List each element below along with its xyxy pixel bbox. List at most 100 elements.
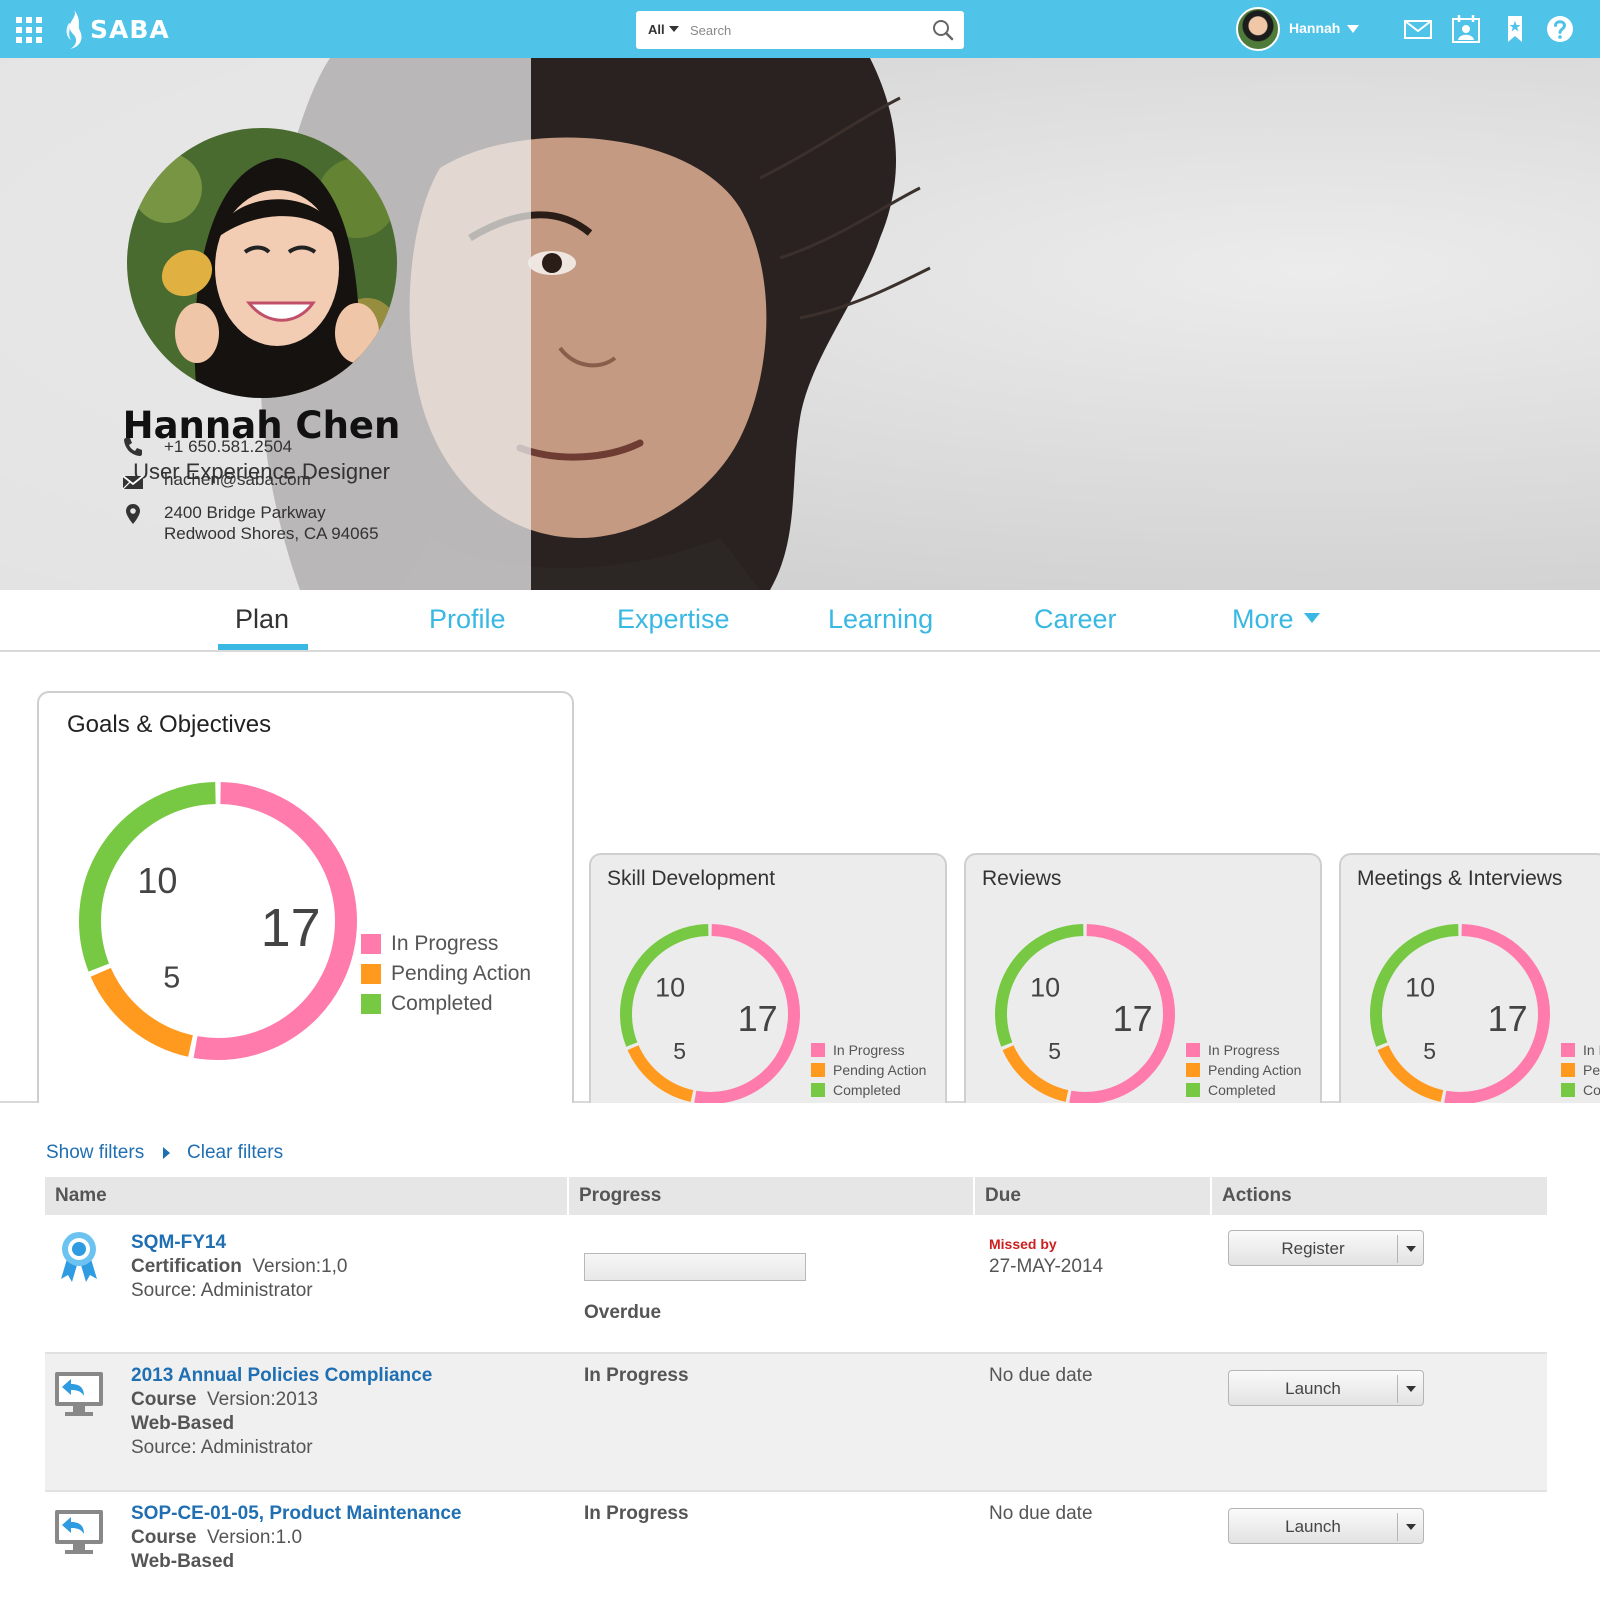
column-header-name[interactable]: Name: [45, 1177, 107, 1215]
chevron-down-icon[interactable]: [1406, 1524, 1416, 1530]
tab-more[interactable]: More: [1232, 604, 1320, 635]
legend-item-pending-action[interactable]: Pending Action: [811, 1060, 926, 1080]
tab-learning[interactable]: Learning: [828, 604, 933, 635]
active-tab-indicator: [218, 644, 308, 650]
search-scope-dropdown[interactable]: All: [648, 22, 679, 37]
donut-value-in-progress: 17: [738, 998, 778, 1039]
tab-plan[interactable]: Plan: [235, 604, 289, 635]
chevron-right-icon[interactable]: [163, 1147, 170, 1159]
help-icon[interactable]: [1545, 14, 1575, 44]
donut-value-completed: 10: [1030, 972, 1060, 1002]
legend-label: Pending Action: [391, 962, 532, 985]
table-row: 2013 Annual Policies Compliance Course V…: [45, 1354, 1547, 1490]
column-header-progress[interactable]: Progress: [569, 1177, 661, 1215]
user-avatar[interactable]: [1236, 7, 1280, 51]
action-button-label[interactable]: Launch: [1229, 1379, 1397, 1399]
legend-label: Pending Action: [1583, 1062, 1600, 1078]
tab-profile[interactable]: Profile: [429, 604, 506, 635]
progress-status: In Progress: [584, 1365, 689, 1386]
legend-swatch: [361, 964, 381, 984]
calendar-contact-icon[interactable]: [1451, 14, 1481, 44]
launch-split-button[interactable]: Launch: [1228, 1370, 1424, 1406]
donut-value-completed: 10: [655, 972, 685, 1002]
donut-value-in-progress: 17: [1113, 998, 1153, 1039]
profile-email[interactable]: hachen@saba.com: [164, 469, 311, 490]
legend-label: In Progress: [1208, 1042, 1280, 1058]
goals-objectives-card[interactable]: Goals & Objectives 17 5 10 In Progress Pend…: [37, 691, 574, 1103]
card-title: Skill Development: [607, 867, 776, 890]
due-date: No due date: [989, 1503, 1093, 1524]
item-type: Certification: [131, 1256, 242, 1277]
profile-phone[interactable]: +1 650.581.2504: [164, 436, 292, 457]
location-pin-icon: [126, 504, 140, 524]
action-button-label[interactable]: Launch: [1229, 1517, 1397, 1537]
skill-development-card[interactable]: Skill Development 17 5 10 In Progress Pendi…: [589, 853, 947, 1103]
legend-label: In Progress: [833, 1042, 905, 1058]
legend-swatch: [361, 934, 381, 954]
legend-item-pending-action[interactable]: Pending Action: [1561, 1060, 1600, 1080]
logo-text: SABA: [90, 14, 170, 44]
item-version: Version:2013: [207, 1389, 318, 1410]
chevron-down-icon: [668, 26, 679, 32]
launch-split-button[interactable]: Launch: [1228, 1508, 1424, 1544]
legend-item-in-progress[interactable]: In Progress: [1561, 1040, 1600, 1060]
legend-swatch: [361, 994, 381, 1014]
legend-item-pending-action[interactable]: Pending Action: [361, 959, 531, 989]
tab-more-label: More: [1232, 604, 1294, 634]
bookmark-star-icon[interactable]: [1500, 14, 1530, 44]
clear-filters-link[interactable]: Clear filters: [187, 1142, 283, 1164]
card-title: Reviews: [982, 867, 1062, 890]
item-source: Source: Administrator: [131, 1280, 313, 1301]
item-type: Course: [131, 1527, 197, 1548]
search-box: All: [636, 11, 964, 49]
search-icon[interactable]: [932, 19, 954, 41]
chevron-down-icon: [1303, 613, 1320, 623]
item-version: Version:1,0: [252, 1256, 348, 1277]
legend-swatch: [1561, 1063, 1575, 1077]
donut-value-pending-action: 5: [163, 960, 180, 994]
meetings-interviews-card[interactable]: Meetings & Interviews 17 5 10 In Progress P…: [1339, 853, 1600, 1103]
show-filters-link[interactable]: Show filters: [46, 1142, 144, 1164]
donut-value-in-progress: 17: [1488, 998, 1528, 1039]
donut-value-completed: 10: [1405, 972, 1435, 1002]
user-menu-caret-icon[interactable]: [1347, 25, 1359, 33]
item-version: Version:1.0: [207, 1527, 303, 1548]
legend-item-completed[interactable]: Completed: [1186, 1080, 1301, 1100]
search-input[interactable]: [690, 19, 910, 41]
item-name-link[interactable]: SQM-FY14: [131, 1232, 226, 1254]
reviews-card[interactable]: Reviews 17 5 10 In Progress Pending Action C…: [964, 853, 1322, 1103]
action-button-label[interactable]: Register: [1229, 1239, 1397, 1259]
saba-logo[interactable]: SABA: [62, 8, 170, 50]
item-delivery: Web-Based: [131, 1413, 235, 1434]
profile-photo[interactable]: [127, 128, 397, 398]
table-header: Name Progress Due Actions: [45, 1177, 1547, 1215]
column-header-due[interactable]: Due: [975, 1177, 1021, 1215]
legend-swatch: [1186, 1083, 1200, 1097]
legend-item-in-progress[interactable]: In Progress: [361, 929, 531, 959]
donut-value-in-progress: 17: [261, 898, 321, 958]
user-menu-name[interactable]: Hannah: [1289, 20, 1340, 36]
legend-item-completed[interactable]: Completed: [811, 1080, 926, 1100]
chevron-down-icon[interactable]: [1406, 1386, 1416, 1392]
legend-item-pending-action[interactable]: Pending Action: [1186, 1060, 1301, 1080]
legend-item-in-progress[interactable]: In Progress: [1186, 1040, 1301, 1060]
apps-grid-icon[interactable]: [16, 17, 42, 43]
donut-chart: 17 5 10: [995, 924, 1175, 1103]
search-scope-label: All: [648, 22, 665, 37]
legend-item-completed[interactable]: Completed: [1561, 1080, 1600, 1100]
mail-icon[interactable]: [1403, 14, 1433, 44]
item-name-link[interactable]: SOP-CE-01-05, Product Maintenance: [131, 1503, 461, 1525]
due-date: 27-MAY-2014: [989, 1256, 1104, 1277]
legend-item-completed[interactable]: Completed: [361, 989, 531, 1019]
legend-item-in-progress[interactable]: In Progress: [811, 1040, 926, 1060]
legend-label: Completed: [391, 992, 493, 1015]
chevron-down-icon[interactable]: [1406, 1246, 1416, 1252]
column-header-actions[interactable]: Actions: [1212, 1177, 1292, 1215]
tab-career[interactable]: Career: [1034, 604, 1117, 635]
profile-hero: Hannah Chen User Experience Designer +1 …: [0, 58, 1600, 590]
progress-status: Overdue: [584, 1302, 662, 1323]
tab-expertise[interactable]: Expertise: [617, 604, 730, 635]
donut-chart: 17 5 10: [1370, 924, 1550, 1103]
register-split-button[interactable]: Register: [1228, 1230, 1424, 1266]
item-name-link[interactable]: 2013 Annual Policies Compliance: [131, 1365, 432, 1387]
